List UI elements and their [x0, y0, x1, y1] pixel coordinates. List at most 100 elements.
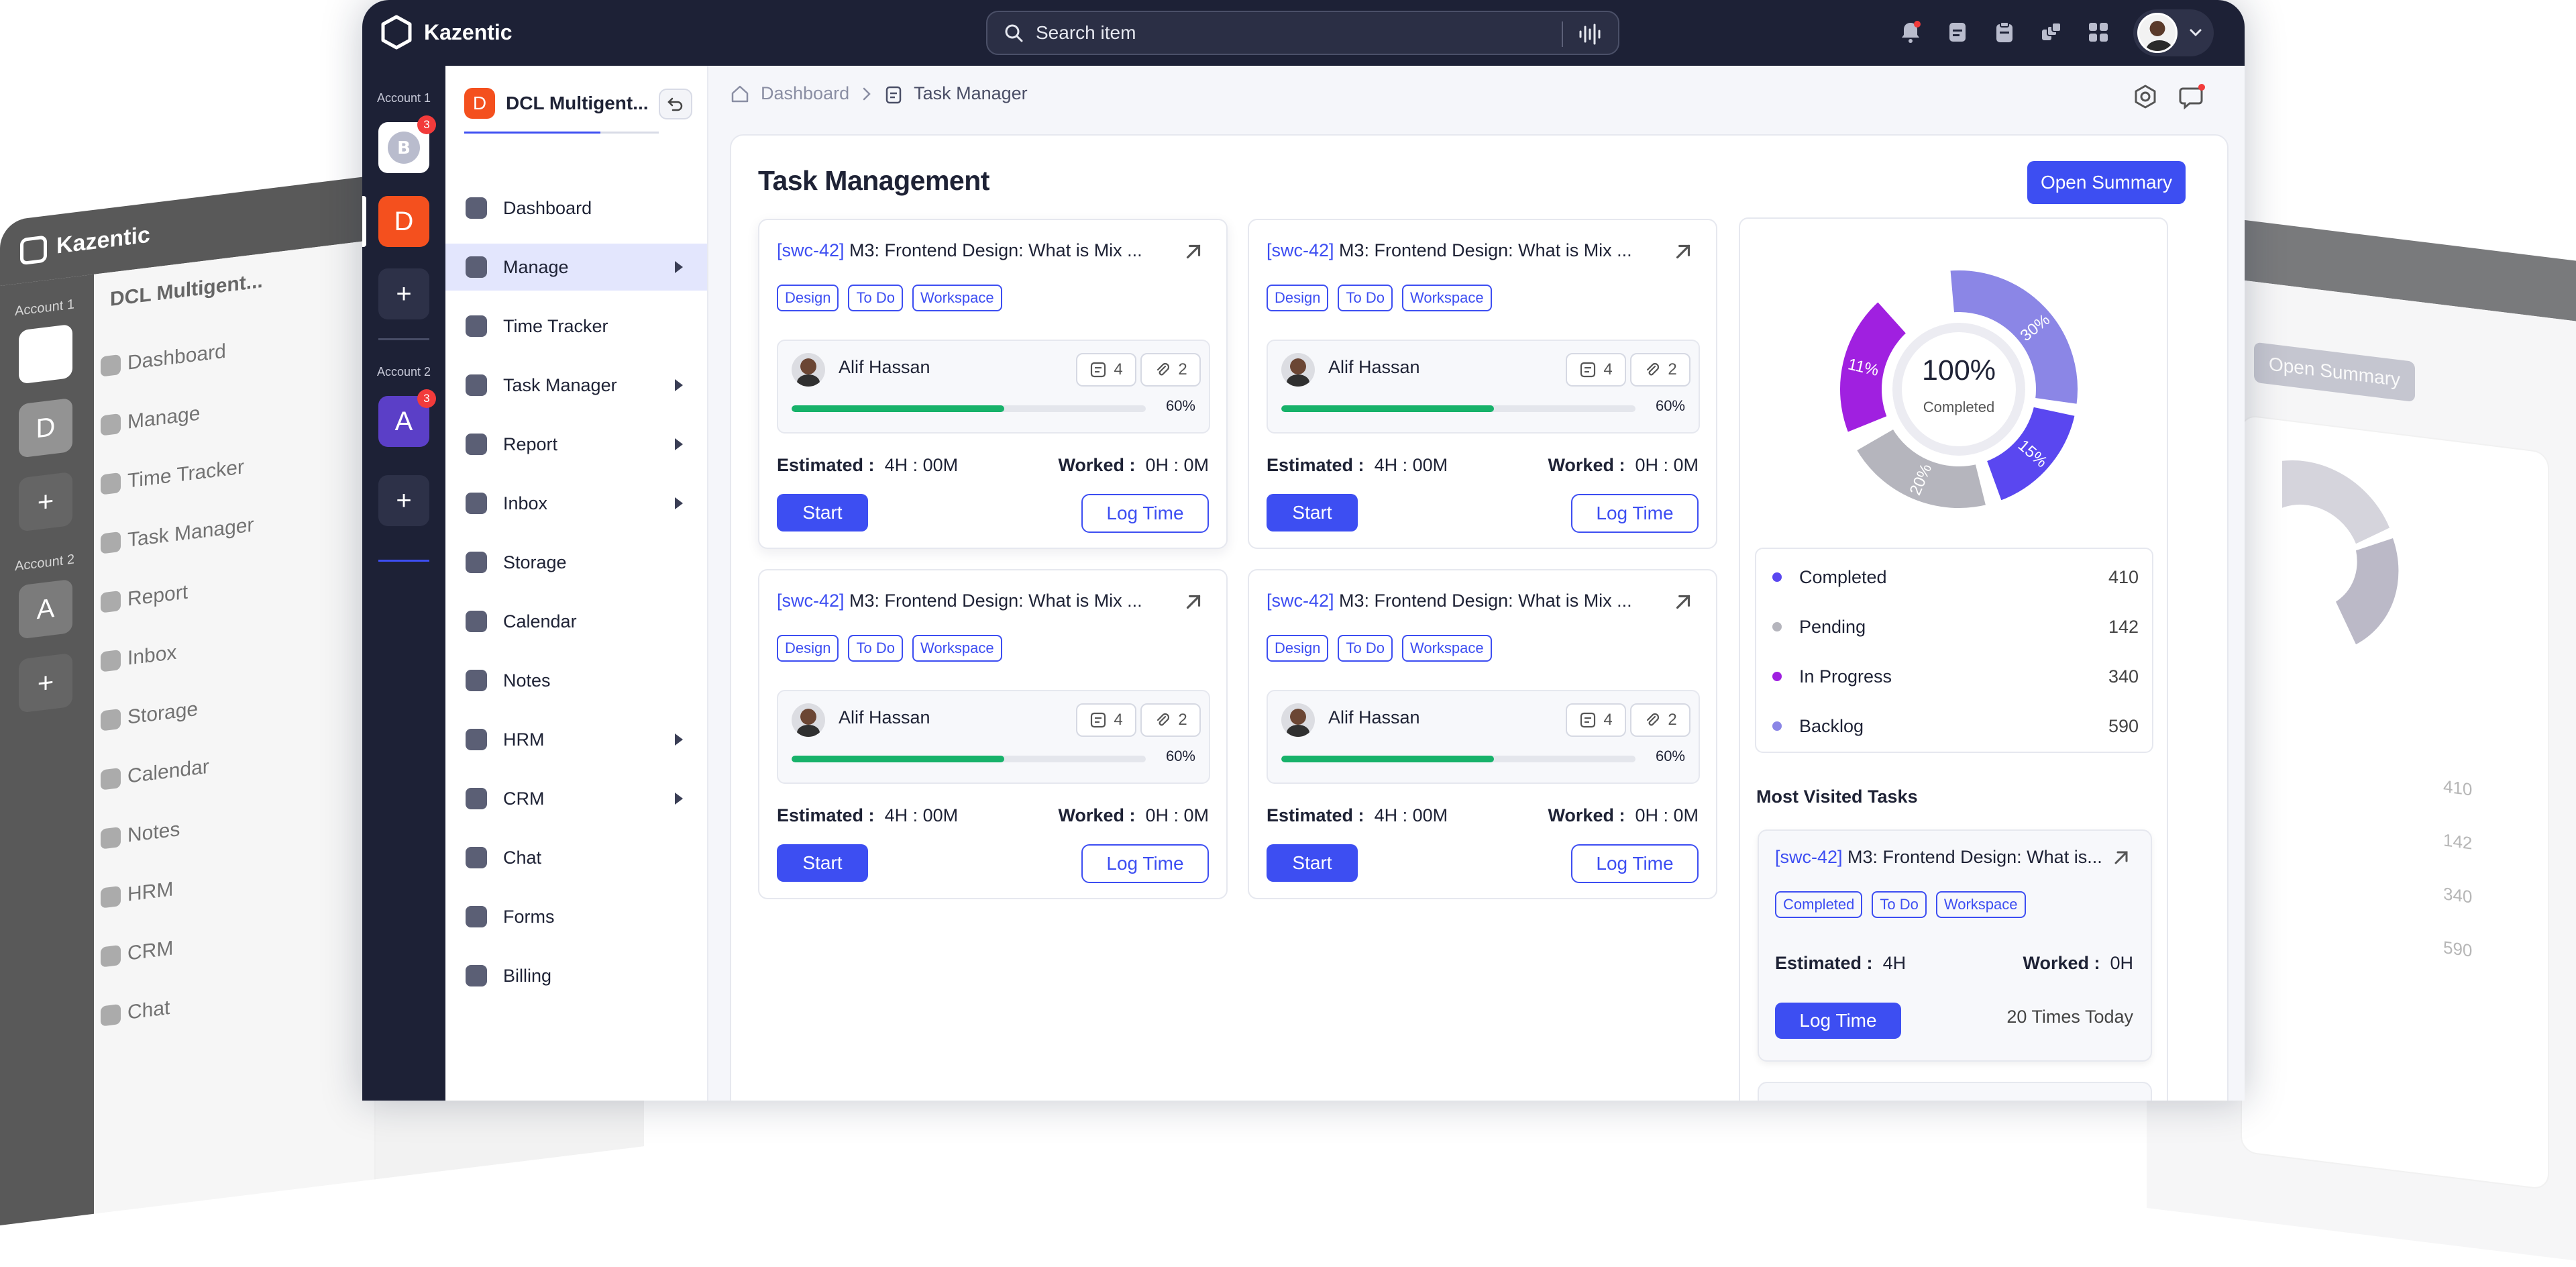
- ghost-account2-tile: A: [19, 578, 72, 640]
- ghost-value-2: 142: [2443, 829, 2473, 854]
- sidebar-item-report[interactable]: Report: [445, 421, 707, 468]
- sidebar-item-task-manager[interactable]: Task Manager: [445, 362, 707, 409]
- start-button[interactable]: Start: [777, 844, 868, 882]
- search-bar[interactable]: Search item: [986, 11, 1619, 55]
- open-external-icon[interactable]: [1182, 240, 1205, 263]
- chat-notification-icon[interactable]: [2179, 83, 2206, 110]
- account2-tile[interactable]: A 3: [378, 389, 436, 447]
- badge-icon: [466, 729, 487, 750]
- visited-task-tags: Completed To Do Workspace: [1775, 891, 2026, 918]
- tag: Design: [1267, 285, 1329, 311]
- open-external-icon[interactable]: [1182, 591, 1205, 613]
- open-external-icon[interactable]: [2110, 847, 2132, 868]
- task-card[interactable]: [swc-42] M3: Frontend Design: What is Mi…: [758, 569, 1228, 899]
- task-tags: Design To Do Workspace: [777, 635, 1002, 662]
- task-card[interactable]: [swc-42] M3: Frontend Design: What is Mi…: [1248, 569, 1717, 899]
- task-card[interactable]: [swc-42] M3: Frontend Design: What is Mi…: [758, 219, 1228, 549]
- log-time-button[interactable]: Log Time: [1081, 494, 1209, 533]
- notes-count: 4: [1603, 711, 1613, 729]
- attachments-chip[interactable]: 2: [1630, 703, 1690, 737]
- svg-text:B: B: [397, 138, 411, 158]
- attachments-chip[interactable]: 2: [1140, 353, 1201, 387]
- attachments-chip[interactable]: 2: [1140, 703, 1201, 737]
- add-org-button-2[interactable]: +: [378, 475, 429, 526]
- open-external-icon[interactable]: [1672, 591, 1695, 613]
- search-input[interactable]: Search item: [1036, 22, 1136, 44]
- sidebar-item-time-tracker[interactable]: Time Tracker: [445, 303, 707, 350]
- task-title[interactable]: [swc-42] M3: Frontend Design: What is Mi…: [1267, 240, 1632, 261]
- legend-row: In Progress 340: [1772, 663, 2139, 690]
- sidebar-item-notes[interactable]: Notes: [445, 657, 707, 704]
- sidebar-item-forms[interactable]: Forms: [445, 893, 707, 940]
- sidebar-item-billing[interactable]: Billing: [445, 952, 707, 999]
- visited-log-time-button[interactable]: Log Time: [1775, 1003, 1901, 1039]
- grid-apps-icon[interactable]: [2086, 20, 2110, 44]
- task-title[interactable]: [swc-42] M3: Frontend Design: What is Mi…: [1267, 591, 1632, 611]
- org-tile[interactable]: D: [378, 196, 429, 247]
- sidebar-item-hrm[interactable]: HRM: [445, 716, 707, 763]
- sidebar-item-crm[interactable]: CRM: [445, 775, 707, 822]
- task-title[interactable]: [swc-42] M3: Frontend Design: What is Mi…: [777, 240, 1142, 261]
- tag: Workspace: [1935, 891, 2026, 918]
- estimated-label: Estimated :: [1267, 455, 1364, 475]
- app-name: Kazentic: [424, 19, 513, 44]
- task-title[interactable]: [swc-42] M3: Frontend Design: What is Mi…: [777, 591, 1142, 611]
- clipboard-icon[interactable]: [1992, 20, 2017, 44]
- ghost-donut: [2282, 460, 2399, 645]
- add-org-button[interactable]: +: [378, 268, 429, 319]
- worked-value: 0H: [2110, 953, 2133, 973]
- estimated-label: Estimated :: [777, 805, 875, 825]
- log-time-button[interactable]: Log Time: [1571, 494, 1699, 533]
- sidebar-item-dashboard[interactable]: Dashboard: [445, 185, 707, 232]
- attachments-chip[interactable]: 2: [1630, 353, 1690, 387]
- open-external-icon[interactable]: [1672, 240, 1695, 263]
- visited-task-title[interactable]: [swc-42] M3: Frontend Design: What is...: [1775, 847, 2102, 868]
- sidebar-item-inbox[interactable]: Inbox: [445, 480, 707, 527]
- sidebar-item-label: Manage: [503, 256, 569, 277]
- assignee-name: Alif Hassan: [839, 357, 930, 377]
- breadcrumb-home[interactable]: Dashboard: [761, 83, 849, 104]
- back-button[interactable]: [659, 89, 692, 119]
- most-visited-card-next[interactable]: [1758, 1082, 2152, 1101]
- clipboard-icon: [466, 374, 487, 396]
- legend-row: Backlog 590: [1772, 713, 2139, 740]
- tag: Workspace: [912, 635, 1002, 662]
- sidebar-item-calendar[interactable]: Calendar: [445, 598, 707, 645]
- notes-count-chip[interactable]: 4: [1076, 703, 1136, 737]
- start-button[interactable]: Start: [1267, 844, 1358, 882]
- legend-label: Pending: [1799, 616, 1866, 637]
- notes-count-chip[interactable]: 4: [1566, 353, 1626, 387]
- user-menu[interactable]: [2133, 9, 2214, 56]
- chevron-right-icon: [675, 733, 683, 746]
- ghost-nav-icon: [101, 531, 121, 554]
- sidebar-item-manage[interactable]: Manage: [445, 244, 707, 291]
- estimated-value: 4H : 00M: [884, 455, 959, 475]
- start-button[interactable]: Start: [1267, 494, 1358, 531]
- ghost-nav-icon: [101, 649, 121, 672]
- open-summary-button[interactable]: Open Summary: [2027, 161, 2186, 204]
- org-header[interactable]: D DCL Multigent...: [464, 85, 692, 122]
- log-time-button[interactable]: Log Time: [1081, 844, 1209, 883]
- most-visited-card[interactable]: [swc-42] M3: Frontend Design: What is...…: [1758, 829, 2152, 1062]
- notes-count-chip[interactable]: 4: [1076, 353, 1136, 387]
- estimated-value: 4H : 00M: [1374, 805, 1448, 825]
- sidebar-item-storage[interactable]: Storage: [445, 539, 707, 586]
- attachments-count: 2: [1668, 360, 1677, 378]
- notes-count-chip[interactable]: 4: [1566, 703, 1626, 737]
- estimated-label: Estimated :: [777, 455, 875, 475]
- log-time-button[interactable]: Log Time: [1571, 844, 1699, 883]
- org-logo: D: [464, 88, 495, 119]
- document-icon[interactable]: [1945, 20, 1970, 44]
- settings-icon[interactable]: [2132, 83, 2159, 110]
- org-name: DCL Multigent...: [506, 93, 649, 113]
- voice-waveform-icon[interactable]: [1578, 23, 1602, 46]
- bell-icon[interactable]: [1898, 20, 1923, 44]
- task-tags: Design To Do Workspace: [1267, 285, 1492, 311]
- sidebar-item-chat[interactable]: Chat: [445, 834, 707, 881]
- account1-tile[interactable]: B 3: [378, 115, 436, 173]
- chevron-right-icon: [863, 87, 871, 100]
- start-button[interactable]: Start: [777, 494, 868, 531]
- brand[interactable]: Kazentic: [381, 15, 513, 50]
- task-card[interactable]: [swc-42] M3: Frontend Design: What is Mi…: [1248, 219, 1717, 549]
- layers-icon[interactable]: [2039, 20, 2063, 44]
